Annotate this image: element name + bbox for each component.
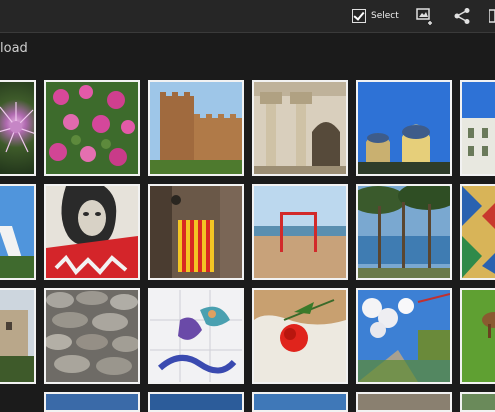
photo-beach-goalpost — [254, 186, 346, 278]
slideshow-button[interactable] — [416, 0, 434, 32]
action-bar: Select — [0, 0, 495, 33]
photo-pink-rhododendron-bush — [46, 82, 138, 174]
photo-stone-castle-tower — [150, 82, 242, 174]
photo-modernist-building-blue-sky — [358, 82, 450, 174]
photo-pine-trees-sea — [358, 186, 450, 278]
photo-thumbnail[interactable] — [252, 184, 348, 280]
photo-green-field-horse — [462, 290, 495, 382]
photo-thumbnail[interactable] — [252, 392, 348, 412]
checkbox-icon — [352, 9, 366, 23]
photo-thumbnail[interactable] — [0, 288, 36, 384]
photo-street-art-face-graffiti — [46, 186, 138, 278]
photo-thumbnail[interactable] — [460, 80, 495, 176]
photo-colorful-tile-mosaic — [462, 186, 495, 278]
photo-thumbnail[interactable] — [148, 288, 244, 384]
photo-cloister-columns — [254, 82, 346, 174]
photo-thumbnail[interactable] — [460, 392, 495, 412]
photo-thumbnail[interactable] — [356, 80, 452, 176]
photo-pink-thistle-flower — [0, 102, 34, 153]
more-icon — [489, 9, 495, 23]
photo-thumbnail[interactable] — [148, 80, 244, 176]
photo-thumbnail[interactable] — [460, 184, 495, 280]
photo-thumbnail[interactable] — [0, 184, 36, 280]
photo-thumbnail[interactable] — [44, 288, 140, 384]
photo-thumbnail[interactable] — [0, 80, 36, 176]
photo-thumbnail[interactable] — [356, 392, 452, 412]
photo-thumbnail[interactable] — [356, 184, 452, 280]
photo-alley-catalan-flag — [150, 186, 242, 278]
select-label: Select — [371, 11, 399, 21]
select-button[interactable]: Select — [352, 0, 399, 32]
photo-thumbnail[interactable] — [460, 288, 495, 384]
photo-thumbnail[interactable] — [44, 80, 140, 176]
photo-white-building-blue-sky — [462, 82, 495, 174]
photo-thumbnail[interactable] — [44, 184, 140, 280]
photo-red-carnation-white-cloth — [254, 290, 346, 382]
photo-white-blossoms-blue-sky — [358, 290, 450, 382]
photo-thumbnail[interactable] — [44, 392, 140, 412]
album-title: load — [0, 41, 28, 56]
photo-thumbnail[interactable] — [252, 288, 348, 384]
photo-dry-stone-wall — [46, 290, 138, 382]
photo-tile-st-george-dragon — [150, 290, 242, 382]
photo-stone-village-building — [0, 290, 34, 382]
photo-thumbnail[interactable] — [148, 184, 244, 280]
more-options-button[interactable] — [489, 0, 495, 32]
photo-thumbnail[interactable] — [356, 288, 452, 384]
share-button[interactable] — [453, 0, 471, 32]
photo-thumbnail[interactable] — [148, 392, 244, 412]
slideshow-icon — [416, 8, 432, 25]
photo-thumbnail[interactable] — [252, 80, 348, 176]
share-icon — [454, 8, 470, 24]
photo-white-structure-blue-sky — [0, 186, 34, 278]
